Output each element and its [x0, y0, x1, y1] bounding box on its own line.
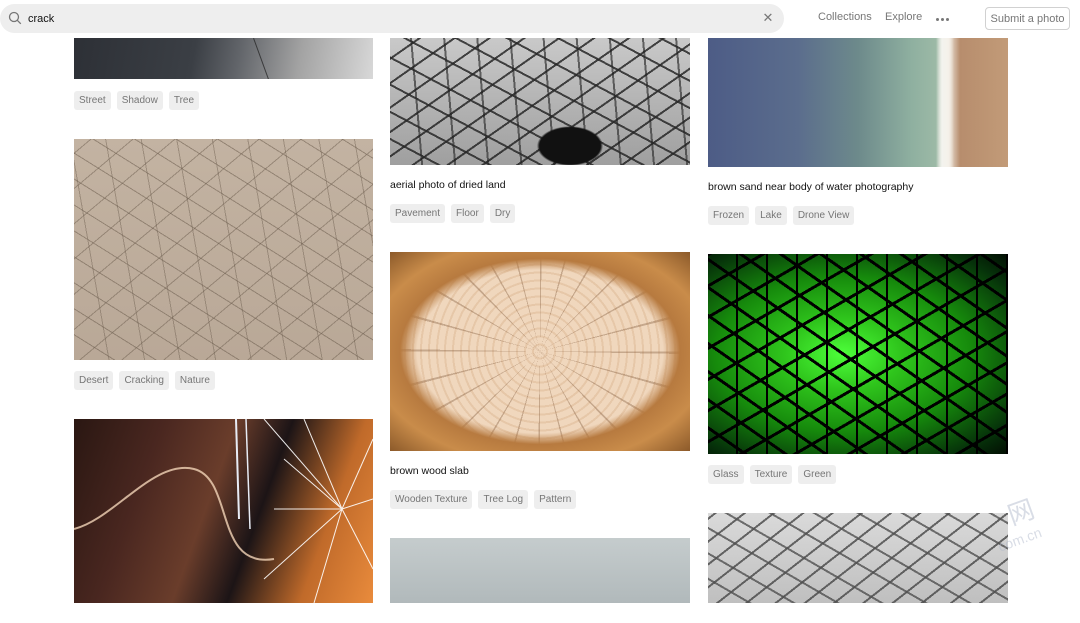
photo-green-glass[interactable] — [708, 254, 1008, 454]
photo-sand-water[interactable] — [708, 38, 1008, 167]
top-bar: ✕ Collections Explore Submit a photo — [0, 0, 1080, 38]
glass-crack-graphic — [74, 419, 373, 603]
tag-shadow[interactable]: Shadow — [116, 91, 163, 110]
tag-wooden-texture[interactable]: Wooden Texture — [390, 490, 473, 509]
tag-nature[interactable]: Nature — [174, 371, 215, 390]
tag-frozen[interactable]: Frozen — [708, 206, 750, 225]
tag-desert[interactable]: Desert — [74, 371, 114, 390]
photo-caption: aerial photo of dried land — [390, 179, 506, 191]
photo-broken-glass[interactable] — [74, 419, 373, 603]
tag-dry[interactable]: Dry — [489, 204, 516, 223]
tag-list: Frozen Lake Drone View — [708, 206, 855, 225]
search-bar[interactable]: ✕ — [0, 4, 784, 33]
submit-photo-button[interactable]: Submit a photo — [985, 7, 1070, 30]
more-options-icon[interactable] — [936, 13, 952, 25]
photo-caption: brown wood slab — [390, 465, 469, 477]
tag-cracking[interactable]: Cracking — [119, 371, 169, 390]
tag-pattern[interactable]: Pattern — [534, 490, 577, 509]
photo-concrete-crack[interactable] — [390, 538, 690, 603]
search-icon — [8, 11, 22, 25]
tag-list: Street Shadow Tree — [74, 91, 200, 110]
nav-collections-link[interactable]: Collections — [818, 11, 872, 23]
search-input[interactable] — [28, 9, 728, 28]
tag-street[interactable]: Street — [74, 91, 111, 110]
tag-green[interactable]: Green — [798, 465, 837, 484]
tag-floor[interactable]: Floor — [451, 204, 484, 223]
nav-explore-link[interactable]: Explore — [885, 11, 922, 23]
tag-list: Wooden Texture Tree Log Pattern — [390, 490, 577, 509]
tag-list: Pavement Floor Dry — [390, 204, 516, 223]
photo-desert-cracking[interactable] — [74, 139, 373, 360]
tag-tree[interactable]: Tree — [168, 91, 200, 110]
photo-wood-slab[interactable] — [390, 252, 690, 451]
photo-dried-land[interactable] — [390, 38, 690, 165]
tag-pavement[interactable]: Pavement — [390, 204, 446, 223]
photo-street-shadow[interactable] — [74, 38, 373, 79]
tag-texture[interactable]: Texture — [749, 465, 793, 484]
tag-glass[interactable]: Glass — [708, 465, 744, 484]
tag-tree-log[interactable]: Tree Log — [478, 490, 529, 509]
wood-bark-edge — [390, 252, 690, 451]
tag-list: Glass Texture Green — [708, 465, 837, 484]
tag-drone-view[interactable]: Drone View — [792, 206, 855, 225]
clear-search-icon[interactable]: ✕ — [761, 10, 775, 26]
tag-lake[interactable]: Lake — [755, 206, 787, 225]
photo-caption: brown sand near body of water photograph… — [708, 181, 914, 193]
tag-list: Desert Cracking Nature — [74, 371, 215, 390]
photo-cracked-ground[interactable] — [708, 513, 1008, 603]
